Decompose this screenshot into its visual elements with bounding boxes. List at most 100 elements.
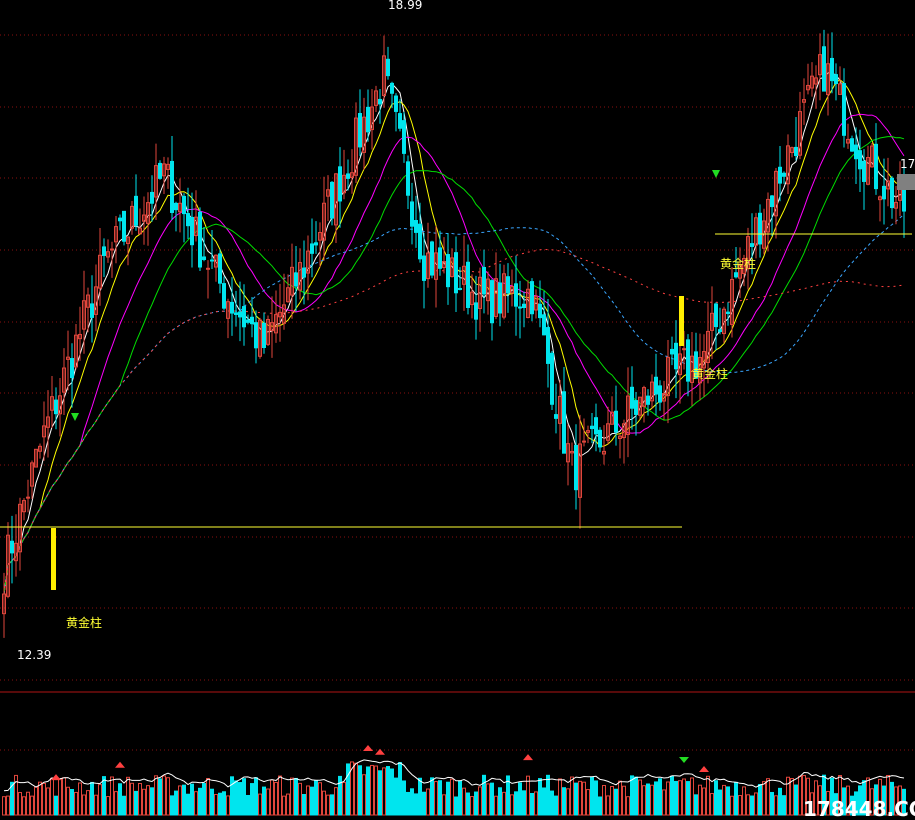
candle-body bbox=[70, 358, 74, 379]
volume-bar bbox=[582, 781, 586, 816]
volume-bar bbox=[678, 780, 682, 816]
candle-body bbox=[842, 83, 846, 136]
volume-bar bbox=[782, 795, 786, 816]
candle-body bbox=[134, 195, 138, 226]
volume-bar bbox=[406, 791, 410, 816]
candles bbox=[2, 29, 906, 638]
volume-bar bbox=[146, 785, 150, 816]
candle-body bbox=[514, 283, 518, 307]
candle-body bbox=[890, 177, 894, 209]
volume-bar bbox=[106, 796, 110, 816]
candle-body bbox=[530, 281, 534, 315]
volume-bars bbox=[2, 744, 906, 816]
volume-bar bbox=[122, 795, 126, 816]
volume-bar bbox=[66, 786, 70, 816]
volume-bar bbox=[118, 783, 122, 816]
volume-bar bbox=[762, 781, 766, 816]
volume-bar bbox=[234, 780, 238, 816]
candle-body bbox=[294, 272, 298, 287]
volume-bar bbox=[246, 794, 250, 816]
candle-body bbox=[310, 243, 314, 254]
candle-body bbox=[506, 276, 510, 294]
candle-body bbox=[210, 259, 214, 262]
volume-bar bbox=[690, 777, 694, 816]
volume-bar bbox=[42, 782, 46, 816]
candle-body bbox=[314, 242, 318, 246]
volume-bar bbox=[242, 778, 246, 816]
volume-bar bbox=[790, 778, 794, 816]
candle-body bbox=[854, 144, 858, 160]
volume-up-arrow-icon bbox=[699, 766, 709, 773]
volume-bar bbox=[330, 794, 334, 816]
candle-body bbox=[234, 312, 238, 315]
volume-bar bbox=[366, 766, 370, 816]
candle-body bbox=[330, 181, 334, 219]
candle-body bbox=[302, 267, 306, 278]
volume-bar bbox=[438, 780, 442, 816]
volume-bar bbox=[502, 791, 506, 816]
candle-body bbox=[850, 138, 854, 152]
low-price-label: 12.39 bbox=[17, 648, 51, 662]
volume-bar bbox=[674, 780, 678, 816]
candle-body bbox=[874, 143, 878, 190]
candle-body bbox=[550, 352, 554, 405]
volume-bar bbox=[230, 776, 234, 816]
volume-bar bbox=[334, 787, 338, 816]
volume-bar bbox=[174, 790, 178, 816]
volume-bar bbox=[774, 795, 778, 816]
volume-bar bbox=[254, 777, 258, 816]
volume-bar bbox=[758, 784, 762, 816]
candle-body bbox=[794, 146, 798, 157]
volume-bar bbox=[70, 789, 74, 816]
candle-body bbox=[182, 195, 186, 215]
candle-body bbox=[594, 417, 598, 435]
candle-body bbox=[190, 216, 194, 246]
volume-bar bbox=[522, 790, 526, 816]
volume-bar bbox=[742, 786, 746, 816]
volume-bar bbox=[262, 786, 266, 816]
volume-bar bbox=[394, 777, 398, 816]
volume-bar bbox=[642, 785, 646, 816]
candle-body bbox=[670, 348, 674, 355]
volume-bar bbox=[370, 764, 374, 816]
volume-bar bbox=[178, 785, 182, 816]
volume-bar bbox=[130, 782, 134, 816]
volume-up-arrow-icon bbox=[523, 754, 533, 761]
volume-bar bbox=[210, 788, 214, 816]
candle-body bbox=[222, 283, 226, 309]
candle-body bbox=[630, 386, 634, 409]
candle-body bbox=[218, 253, 222, 284]
volume-bar bbox=[82, 794, 86, 816]
candle-body bbox=[830, 57, 834, 82]
volume-bar bbox=[22, 796, 26, 816]
volume-bar bbox=[578, 780, 582, 816]
volume-bar bbox=[654, 781, 658, 816]
volume-down-arrow-icon bbox=[679, 757, 689, 764]
volume-bar bbox=[418, 777, 422, 816]
volume-bar bbox=[590, 776, 594, 816]
volume-bar bbox=[542, 787, 546, 816]
candle-body bbox=[170, 160, 174, 213]
volume-bar bbox=[490, 782, 494, 816]
candle-body bbox=[582, 440, 586, 443]
candle-body bbox=[422, 255, 426, 281]
volume-bar bbox=[310, 786, 314, 816]
volume-bar bbox=[630, 775, 634, 816]
ma120-line bbox=[3, 248, 905, 595]
candle-body bbox=[202, 256, 206, 260]
volume-bar bbox=[498, 787, 502, 816]
volume-bar bbox=[494, 795, 498, 816]
candlestick-chart: 18.99 12.39 17 黄金柱 黄金柱 黄金柱 178448.COM bbox=[0, 0, 915, 820]
candle-body bbox=[542, 314, 546, 336]
candle-body bbox=[734, 272, 738, 278]
volume-bar bbox=[414, 793, 418, 816]
volume-bar bbox=[274, 781, 278, 816]
volume-bar bbox=[382, 767, 386, 816]
volume-bar bbox=[798, 775, 802, 816]
volume-bar bbox=[114, 791, 118, 816]
candle-body bbox=[10, 540, 14, 554]
volume-bar bbox=[198, 787, 202, 816]
volume-bar bbox=[598, 796, 602, 816]
volume-bar bbox=[170, 795, 174, 816]
volume-bar bbox=[574, 782, 578, 816]
